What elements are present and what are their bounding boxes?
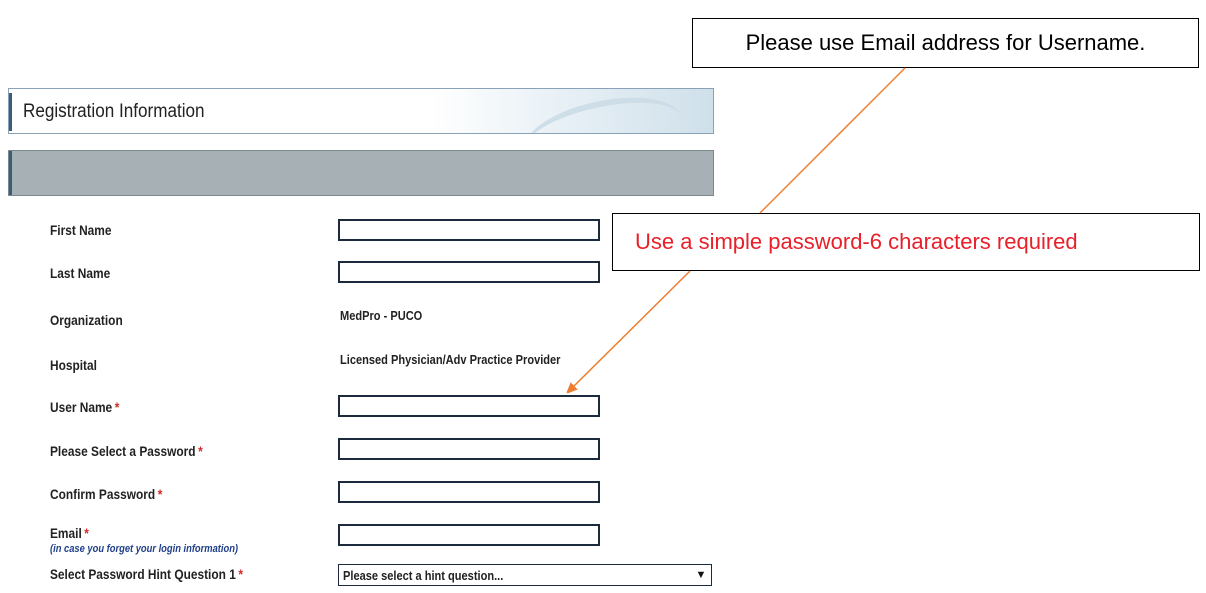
organization-value: MedPro - PUCO [340, 308, 423, 323]
required-marker: * [84, 525, 89, 541]
password-input[interactable] [338, 438, 600, 460]
required-marker: * [198, 443, 203, 459]
first-name-input[interactable] [338, 219, 600, 241]
user-name-label-text: User Name [50, 399, 113, 415]
last-name-input[interactable] [338, 261, 600, 283]
first-name-label: First Name [50, 222, 112, 238]
email-callout-connector [759, 67, 906, 214]
hint-question-label: Select Password Hint Question 1 * [50, 566, 243, 582]
email-callout-text: Please use Email address for Username. [745, 30, 1146, 55]
password-label: Please Select a Password * [50, 443, 203, 459]
password-callout: Use a simple password-6 characters requi… [612, 213, 1200, 271]
password-callout-text: Use a simple password-6 characters requi… [635, 229, 1078, 254]
email-callout: Please use Email address for Username. [692, 18, 1199, 68]
hospital-label: Hospital [50, 357, 97, 373]
email-label: Email * [50, 525, 89, 541]
section-bar [8, 150, 714, 196]
hospital-value: Licensed Physician/Adv Practice Provider [340, 352, 561, 367]
registration-header: Registration Information [8, 88, 714, 134]
confirm-password-label-text: Confirm Password [50, 486, 156, 502]
header-swoosh-graphic [517, 89, 689, 133]
required-marker: * [157, 486, 163, 502]
section-bar-accent [9, 151, 12, 195]
required-marker: * [238, 566, 244, 582]
confirm-password-label: Confirm Password * [50, 486, 162, 502]
page-title: Registration Information [23, 101, 205, 122]
user-name-label: User Name * [50, 399, 119, 415]
email-label-text: Email [50, 525, 82, 541]
password-label-text: Please Select a Password [50, 443, 196, 459]
hint-question-selected: Please select a hint question... [343, 567, 504, 583]
hint-question-select[interactable]: Please select a hint question... ▼ [338, 564, 712, 586]
hint-question-label-text: Select Password Hint Question 1 [50, 566, 236, 582]
user-name-input[interactable] [338, 395, 600, 417]
email-input[interactable] [338, 524, 600, 546]
required-marker: * [114, 399, 120, 415]
confirm-password-input[interactable] [338, 481, 600, 503]
chevron-down-icon[interactable]: ▼ [693, 567, 709, 583]
organization-label: Organization [50, 312, 123, 328]
username-arrow [570, 270, 691, 390]
header-accent [9, 93, 12, 131]
email-note: (in case you forget your login informati… [50, 543, 239, 555]
last-name-label: Last Name [50, 265, 111, 281]
